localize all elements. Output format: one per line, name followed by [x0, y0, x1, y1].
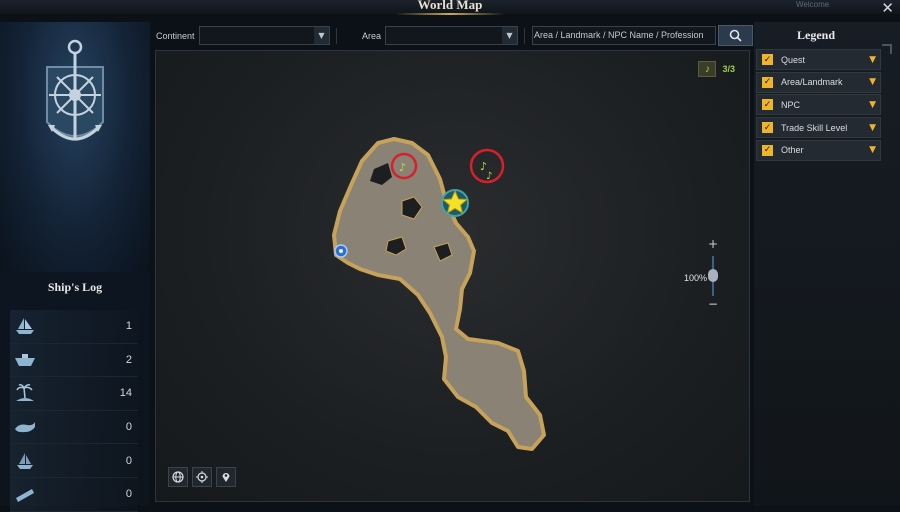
globe-button[interactable]: [168, 467, 188, 487]
log-count: 0: [125, 421, 132, 434]
legend-label: Area/Landmark: [781, 77, 843, 88]
legend-item-area-landmark[interactable]: ✓ Area/Landmark ▼: [756, 71, 881, 93]
panel-corner-decoration: [882, 44, 892, 54]
log-count: 14: [119, 387, 132, 400]
continent-dropdown[interactable]: ▼: [199, 26, 330, 45]
log-row-islands: 14: [10, 377, 138, 411]
separator: [336, 28, 337, 44]
log-row-ghost-ships: 0: [10, 444, 138, 478]
ships-log-list: 1 2 14 0 0 0: [10, 310, 138, 512]
legend-list: ✓ Quest ▼ ✓ Area/Landmark ▼ ✓ NPC ▼ ✓ Tr…: [756, 49, 881, 162]
map-search-input[interactable]: Area / Landmark / NPC Name / Profession: [532, 26, 716, 45]
legend-item-trade-skill-level[interactable]: ✓ Trade Skill Level ▼: [756, 117, 881, 139]
sailing-ship-icon: [10, 315, 40, 337]
search-icon: [729, 29, 742, 42]
map-pin-button[interactable]: [216, 467, 236, 487]
checkbox-checked-icon[interactable]: ✓: [762, 54, 773, 65]
chevron-down-icon[interactable]: ▼: [869, 55, 876, 65]
legend-title: Legend: [796, 28, 835, 42]
map-pin-icon: [222, 473, 230, 482]
legend-item-other[interactable]: ✓ Other ▼: [756, 139, 881, 161]
telescope-icon: [10, 483, 40, 505]
ghost-ship-icon: [10, 450, 40, 472]
collectible-marker-icon: ♪: [486, 171, 492, 182]
log-count: 0: [125, 454, 132, 467]
island-landmass: [332, 137, 546, 451]
anchor-wheel-emblem-icon: [46, 39, 104, 141]
collectible-counter: ♪ 3/3: [698, 61, 735, 77]
ships-log-title: Ship's Log: [47, 280, 103, 294]
boat-hull-icon: [10, 349, 40, 371]
world-map-viewport[interactable]: ♪ ♪ ♪ ♪ 3/3 + 100% −: [155, 50, 750, 502]
crosshair-icon: [196, 471, 208, 483]
checkbox-checked-icon[interactable]: ✓: [762, 122, 773, 134]
legend-label: Quest: [781, 54, 806, 65]
title-underline: [395, 13, 505, 15]
continent-label: Continent: [156, 31, 195, 41]
legend-label: Other: [781, 145, 804, 156]
separator: [524, 28, 525, 44]
legend-item-quest[interactable]: ✓ Quest ▼: [756, 49, 881, 70]
globe-icon: [172, 471, 184, 483]
log-row-telescope: 0: [10, 477, 138, 512]
checkbox-checked-icon[interactable]: ✓: [762, 99, 773, 111]
chevron-down-icon[interactable]: ▼: [869, 77, 876, 87]
log-count: 2: [125, 353, 132, 366]
center-location-button[interactable]: [192, 467, 212, 487]
chevron-down-icon[interactable]: ▼: [869, 123, 876, 133]
legend-label: Trade Skill Level: [781, 122, 848, 133]
checkbox-checked-icon[interactable]: ✓: [762, 144, 773, 156]
ships-log-panel: Ship's Log 1 2 14 0 0 0: [0, 22, 150, 512]
chevron-down-icon: ▼: [502, 27, 517, 44]
chevron-down-icon[interactable]: ▼: [869, 145, 876, 155]
window-title: World Map: [417, 0, 483, 12]
palm-island-icon: [10, 382, 40, 404]
log-count: 1: [125, 320, 132, 333]
area-dropdown[interactable]: ▼: [385, 26, 518, 45]
checkbox-checked-icon[interactable]: ✓: [762, 76, 773, 88]
zoom-slider-handle[interactable]: [708, 269, 718, 282]
map-filter-bar: Continent ▼ Area ▼ Area / Landmark / NPC…: [150, 22, 754, 50]
ship-emblem-area: [0, 22, 150, 272]
chevron-down-icon: ▼: [314, 27, 329, 44]
area-label: Area: [362, 31, 382, 41]
close-button[interactable]: ✕: [881, 0, 894, 17]
collectible-marker-icon: ♪: [399, 161, 406, 174]
chevron-down-icon[interactable]: ▼: [869, 100, 876, 110]
legend-item-npc[interactable]: ✓ NPC ▼: [756, 94, 881, 116]
collectible-count: 3/3: [722, 64, 735, 74]
legend-panel: Legend ✓ Quest ▼ ✓ Area/Landmark ▼ ✓ NPC…: [754, 22, 900, 506]
log-row-sea-creatures: 0: [10, 410, 138, 445]
legend-label: NPC: [781, 99, 801, 110]
log-count: 0: [125, 488, 132, 501]
zoom-in-button[interactable]: +: [708, 237, 718, 251]
log-row-sailing-ships: 1: [10, 310, 138, 344]
zoom-out-button[interactable]: −: [708, 297, 718, 311]
search-button[interactable]: [718, 25, 753, 46]
zoom-level: 100%: [684, 273, 708, 283]
music-note-icon: ♪: [698, 61, 717, 77]
whale-icon: [10, 416, 40, 438]
teleport-point-core: [339, 249, 343, 253]
map-tools: [168, 467, 236, 487]
log-row-boats: 2: [10, 343, 138, 378]
